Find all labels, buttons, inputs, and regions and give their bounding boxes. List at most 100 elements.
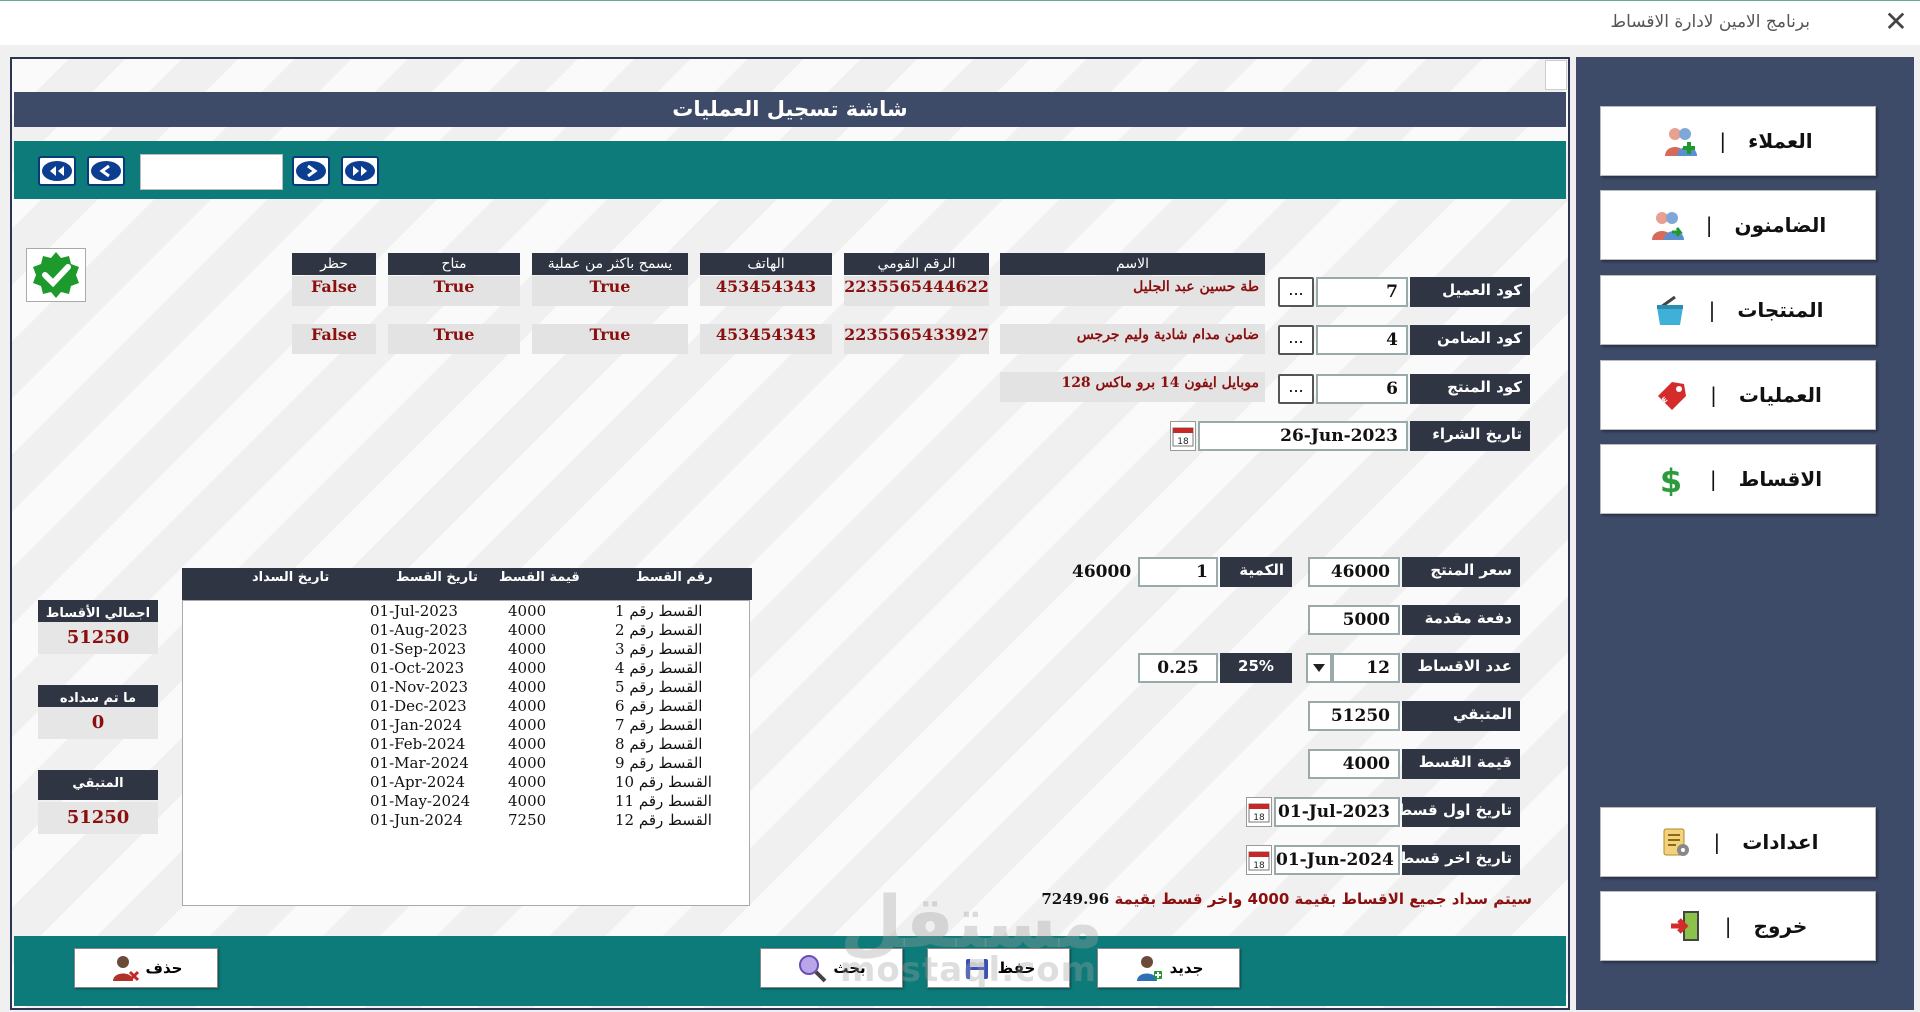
last-date-input[interactable]: 01-Jun-2024 [1274, 845, 1400, 875]
customer-blocked: False [292, 276, 376, 306]
guarantor-blocked: False [292, 324, 376, 354]
customer-multi: True [532, 276, 688, 306]
purchase-date-label: تاريخ الشراء [1410, 421, 1530, 451]
first-date-input[interactable]: 01-Jul-2023 [1274, 797, 1400, 827]
settings-icon [1663, 828, 1689, 856]
schedule-row-date: 01-Mar-2024 [370, 754, 469, 772]
remaining-summary-value: 51250 [38, 802, 158, 834]
schedule-row[interactable]: القسط رقم 5 4000 01-Nov-2023 [183, 678, 751, 697]
schedule-row-number: القسط رقم 2 [615, 621, 703, 639]
product-lookup-button[interactable]: ... [1278, 374, 1314, 404]
schedule-paid-date-header: تاريخ السداد [252, 570, 330, 585]
schedule-row-date: 01-May-2024 [370, 792, 471, 810]
first-record-button[interactable] [38, 156, 76, 186]
schedule-row-number: القسط رقم 1 [615, 602, 703, 620]
new-label: جديد [1169, 959, 1204, 977]
sidebar-item-separator: | [1719, 129, 1727, 153]
sidebar-item-separator: | [1705, 213, 1713, 237]
customer-code-input[interactable]: 7 [1316, 277, 1408, 307]
svg-text:18: 18 [1177, 437, 1189, 447]
purchase-date-picker[interactable]: 18 [1170, 421, 1196, 451]
purchase-date-input[interactable]: 26-Jun-2023 [1198, 421, 1408, 451]
col-available-header: متاح [388, 253, 520, 275]
customer-phone: 453454343 [700, 276, 832, 306]
quantity-input[interactable]: 1 [1138, 557, 1218, 587]
schedule-value-header: قيمة القسط [499, 570, 580, 585]
close-icon[interactable]: ✕ [1880, 6, 1912, 38]
sidebar-item-guarantors[interactable]: الضامنون | [1600, 190, 1876, 260]
down-payment-label: دفعة مقدمة [1402, 605, 1520, 635]
record-number-input[interactable] [140, 154, 283, 190]
search-icon [799, 955, 827, 983]
calendar-icon: 18 [1248, 803, 1270, 823]
sidebar-item-users-add[interactable]: العملاء | [1600, 106, 1876, 176]
last-date-picker[interactable]: 18 [1246, 845, 1272, 875]
schedule-row[interactable]: القسط رقم 1 4000 01-Jul-2023 [183, 602, 751, 621]
schedule-row[interactable]: القسط رقم 7 4000 01-Jan-2024 [183, 716, 751, 735]
sidebar-item-products-basket[interactable]: المنتجات | [1600, 275, 1876, 345]
schedule-row[interactable]: القسط رقم 2 4000 01-Aug-2023 [183, 621, 751, 640]
scroll-stub[interactable] [1545, 60, 1567, 90]
schedule-row-value: 4000 [508, 735, 547, 753]
first-date-picker[interactable]: 18 [1246, 797, 1272, 827]
schedule-row[interactable]: القسط رقم 10 4000 01-Apr-2024 [183, 773, 751, 792]
schedule-row-number: القسط رقم 10 [615, 773, 712, 791]
sidebar-item-label: اعدادات [1742, 830, 1819, 854]
percent-input[interactable]: 0.25 [1138, 653, 1218, 683]
customer-national-id: 2235565444622 [844, 276, 989, 306]
schedule-row[interactable]: القسط رقم 11 4000 01-May-2024 [183, 792, 751, 811]
schedule-row[interactable]: القسط رقم 3 4000 01-Sep-2023 [183, 640, 751, 659]
remaining-input[interactable]: 51250 [1308, 701, 1400, 731]
users-add-icon [1665, 128, 1698, 156]
last-record-button[interactable] [341, 156, 379, 186]
down-payment-input[interactable]: 5000 [1308, 605, 1400, 635]
sidebar-item-label: العملاء [1748, 129, 1813, 153]
guarantor-lookup-button[interactable]: ... [1278, 325, 1314, 355]
sidebar-item-exit-door[interactable]: خروج | [1600, 891, 1876, 961]
sidebar-item-separator: | [1710, 383, 1717, 407]
last-date-label: تاريخ اخر قسط [1399, 845, 1520, 875]
customer-lookup-button[interactable]: ... [1278, 277, 1314, 307]
schedule-row[interactable]: القسط رقم 12 7250 01-Jun-2024 [183, 811, 751, 830]
schedule-row-value: 4000 [508, 792, 547, 810]
confirm-button[interactable] [26, 248, 86, 302]
delete-button[interactable]: حذف [74, 948, 218, 988]
schedule-row-number: القسط رقم 6 [615, 697, 703, 715]
sidebar-item-label: العمليات [1738, 383, 1822, 407]
next-record-button[interactable] [292, 156, 330, 186]
guarantor-national-id: 2235565433927 [844, 324, 989, 354]
installment-value-input[interactable]: 4000 [1308, 749, 1400, 779]
left-arrow-icon [91, 161, 121, 181]
sidebar-item-label: الضامنون [1734, 213, 1827, 237]
delete-label: حذف [145, 959, 183, 977]
prev-record-button[interactable] [87, 156, 125, 186]
sidebar-item-settings[interactable]: اعدادات | [1600, 807, 1876, 877]
products-basket-icon [1656, 295, 1683, 325]
installments-dropdown-button[interactable] [1306, 653, 1332, 683]
sidebar-item-dollar[interactable]: الاقساط | $ [1600, 444, 1876, 514]
guarantor-code-input[interactable]: 4 [1316, 325, 1408, 355]
paid-value: 0 [38, 707, 158, 739]
installment-value-label: قيمة القسط [1402, 749, 1520, 779]
guarantor-phone: 453454343 [700, 324, 832, 354]
svg-text:18: 18 [1253, 813, 1265, 823]
schedule-row-value: 4000 [508, 659, 547, 677]
schedule-list[interactable]: القسط رقم 1 4000 01-Jul-2023 القسط رقم 2 400… [182, 600, 750, 906]
col-blocked-header: حظر [292, 253, 376, 275]
product-price-input[interactable]: 46000 [1308, 557, 1400, 587]
remaining-summary-label: المتبقي [38, 770, 158, 800]
installments-count-input[interactable]: 12 [1332, 653, 1400, 683]
schedule-row[interactable]: القسط رقم 9 4000 01-Mar-2024 [183, 754, 751, 773]
schedule-row-value: 4000 [508, 678, 547, 696]
svg-text:18: 18 [1253, 861, 1265, 871]
first-date-label: تاريخ اول قسط [1397, 797, 1520, 827]
col-phone-header: الهاتف [700, 253, 832, 275]
sidebar-item-sale-tag[interactable]: العمليات | SALE [1600, 360, 1876, 430]
new-button[interactable]: جديد [1097, 948, 1240, 988]
schedule-row[interactable]: القسط رقم 6 4000 01-Dec-2023 [183, 697, 751, 716]
quantity-label: الكمية [1220, 557, 1292, 587]
schedule-row[interactable]: القسط رقم 8 4000 01-Feb-2024 [183, 735, 751, 754]
schedule-row[interactable]: القسط رقم 4 4000 01-Oct-2023 [183, 659, 751, 678]
product-code-input[interactable]: 6 [1316, 374, 1408, 404]
col-multi-header: يسمح باكثر من عملية [532, 253, 688, 275]
